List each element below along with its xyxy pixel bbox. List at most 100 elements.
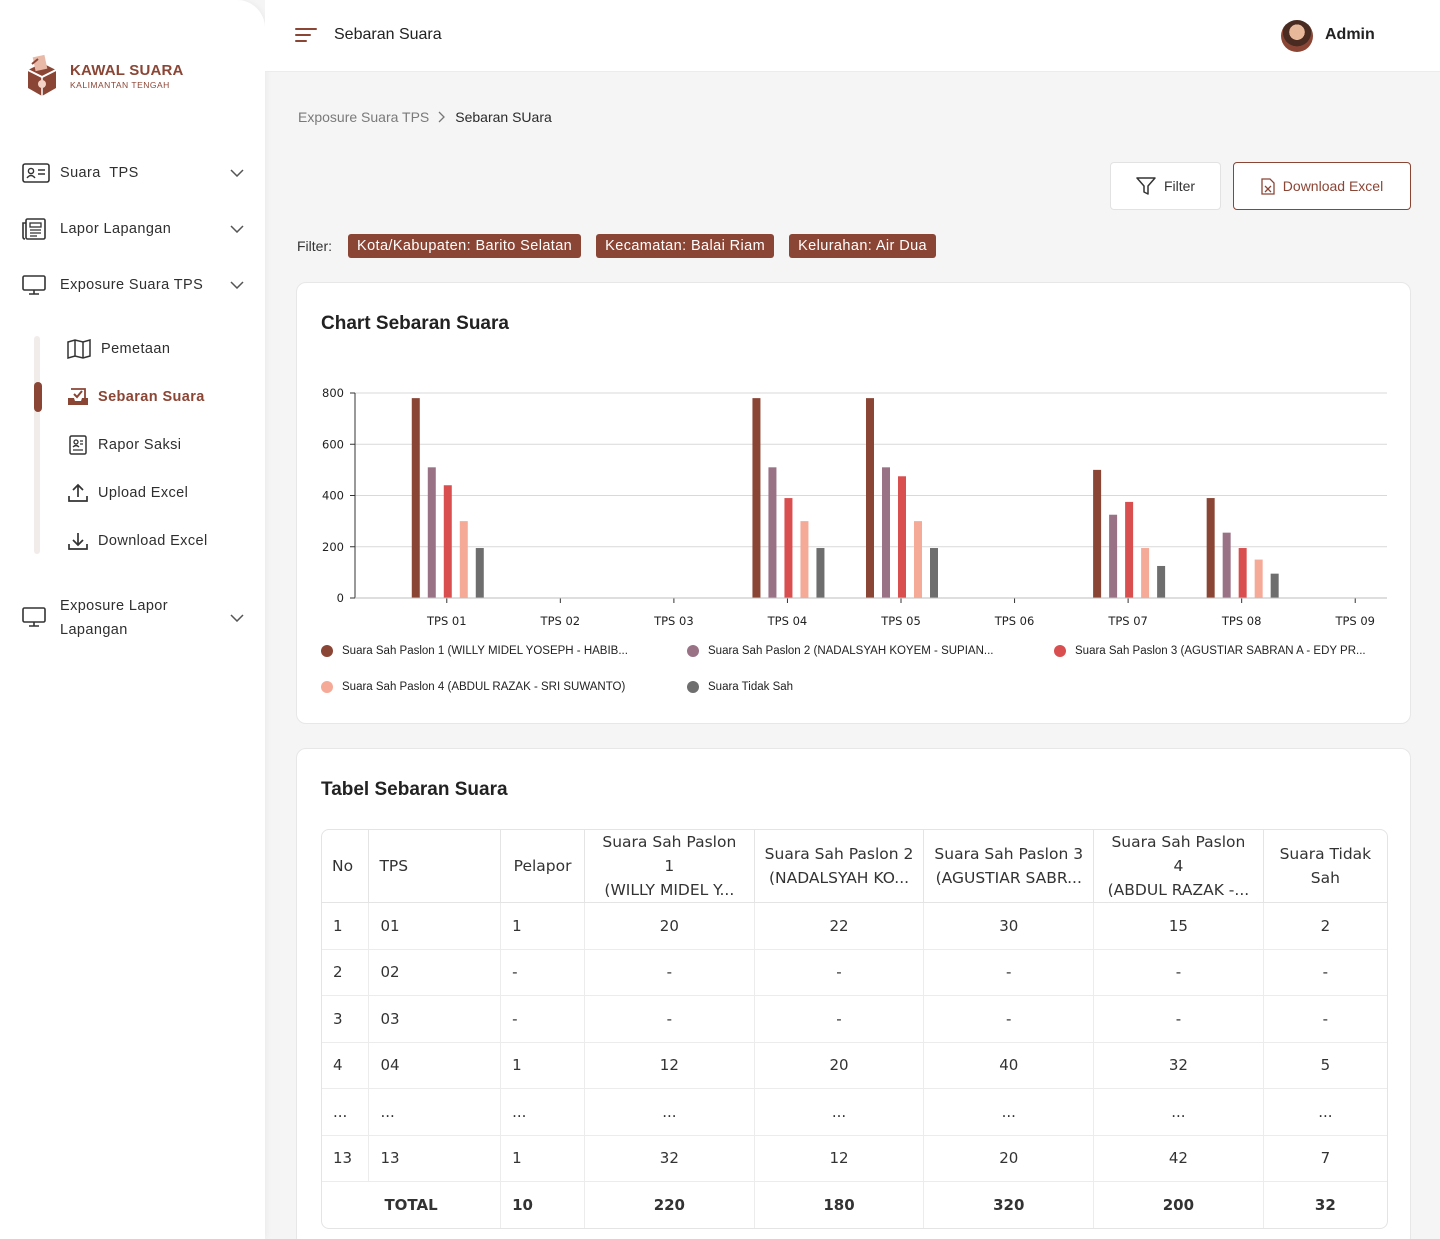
- sidebar-subitem-download-excel[interactable]: Download Excel: [66, 530, 208, 552]
- sidebar-item-label: Lapor Lapangan: [60, 221, 172, 237]
- x-tick-label: TPS 07: [1107, 614, 1148, 628]
- table-cell: 12: [754, 1135, 925, 1182]
- table-cell: -: [923, 949, 1095, 996]
- table-cell: 20: [754, 1042, 925, 1089]
- col-header-line: Suara Sah Paslon 4: [1111, 833, 1246, 875]
- x-tick-label: TPS 04: [767, 614, 808, 628]
- col-header-tidak-sah[interactable]: Suara Tidak Sah: [1263, 830, 1387, 903]
- legend-item[interactable]: Suara Sah Paslon 2 (NADALSYAH KOYEM - SU…: [687, 645, 993, 657]
- chart-bar: [443, 485, 452, 598]
- chevron-down-icon[interactable]: [230, 281, 244, 289]
- sidebar-subitem-label: Download Excel: [98, 533, 208, 549]
- table-cell: 13: [368, 1135, 502, 1182]
- excel-file-icon: [1261, 177, 1275, 195]
- table-cell: -: [1093, 949, 1264, 996]
- col-header-pelapor[interactable]: Pelapor: [500, 830, 586, 903]
- sidebar: KAWAL SUARA KALIMANTAN TENGAH Suara TPS …: [0, 0, 265, 1239]
- col-header-no[interactable]: No: [322, 830, 370, 903]
- table-cell: 40: [923, 1042, 1095, 1089]
- chart-bar: [1238, 548, 1247, 598]
- y-tick-label: 200: [322, 540, 344, 554]
- table-cell: 22: [754, 902, 925, 950]
- avatar[interactable]: [1281, 20, 1313, 52]
- breadcrumb-parent[interactable]: Exposure Suara TPS: [298, 109, 429, 125]
- col-header-paslon-1[interactable]: Suara Sah Paslon 1 (WILLY MIDEL Y...: [584, 830, 755, 903]
- table-cell: -: [584, 995, 755, 1043]
- monitor-icon: [22, 606, 46, 628]
- x-tick-label: TPS 06: [994, 614, 1035, 628]
- sidebar-subitem-upload-excel[interactable]: Upload Excel: [66, 482, 188, 504]
- legend-item[interactable]: Suara Tidak Sah: [687, 681, 793, 693]
- chart-bar: [898, 476, 906, 598]
- chevron-down-icon[interactable]: [230, 614, 244, 622]
- chart-bar: [866, 398, 874, 598]
- col-header-line: (NADALSYAH KO...: [768, 869, 910, 887]
- legend-item[interactable]: Suara Sah Paslon 3 (AGUSTIAR SABRAN A - …: [1054, 645, 1366, 657]
- app-logo[interactable]: KAWAL SUARA KALIMANTAN TENGAH: [22, 52, 184, 100]
- col-header-paslon-4[interactable]: Suara Sah Paslon 4 (ABDUL RAZAK -...: [1093, 830, 1264, 903]
- chart-bar: [1109, 514, 1118, 598]
- table-cell: 02: [368, 949, 502, 996]
- chevron-down-icon[interactable]: [230, 169, 244, 177]
- table-row[interactable]: 13 13 1 32 12 20 42 7: [322, 1135, 1387, 1182]
- sidebar-subitem-pemetaan[interactable]: Pemetaan: [66, 338, 170, 360]
- monitor-icon: [22, 274, 46, 296]
- x-tick-label: TPS 09: [1334, 614, 1375, 628]
- sidebar-item-exposure-suara-tps[interactable]: Exposure Suara TPS: [22, 274, 244, 296]
- table-cell: ...: [1263, 1088, 1387, 1136]
- table-card: Tabel Sebaran Suara No TPS Pelapor Suara…: [296, 748, 1411, 1239]
- table-row[interactable]: 1 01 1 20 22 30 15 2: [322, 902, 1387, 950]
- table-cell: -: [1263, 949, 1387, 996]
- sidebar-subitem-label: Upload Excel: [98, 485, 189, 501]
- col-header-line: Suara Sah Paslon 3: [934, 845, 1084, 863]
- filter-button-label: Filter: [1163, 178, 1196, 194]
- legend-item[interactable]: Suara Sah Paslon 1 (WILLY MIDEL YOSEPH -…: [321, 645, 628, 657]
- chart-bar: [1222, 532, 1231, 598]
- table-total-row: TOTAL 10 220 180 320 200 32: [322, 1181, 1387, 1228]
- sidebar-subitem-label: Sebaran Suara: [98, 389, 205, 405]
- active-filters: Filter: Kota/Kabupaten: Barito Selatan K…: [297, 234, 951, 258]
- table-row[interactable]: 2 02- - - - - -: [322, 949, 1387, 996]
- chart-bar: [459, 521, 468, 598]
- legend-item[interactable]: Suara Sah Paslon 4 (ABDUL RAZAK - SRI SU…: [321, 681, 625, 693]
- user-name[interactable]: Admin: [1325, 26, 1375, 44]
- filter-chip-kecamatan[interactable]: Kecamatan: Balai Riam: [596, 234, 775, 258]
- filter-chip-kabupaten[interactable]: Kota/Kabupaten: Barito Selatan: [348, 234, 582, 258]
- filter-chip-kelurahan[interactable]: Kelurahan: Air Dua: [789, 234, 936, 258]
- col-header-line: (ABDUL RAZAK -...: [1107, 881, 1250, 899]
- sidebar-item-suara-tps[interactable]: Suara TPS: [22, 162, 244, 184]
- table-row[interactable]: ........................: [322, 1088, 1387, 1136]
- sidebar-item-exposure-lapor-lapangan[interactable]: Exposure Lapor Lapangan: [22, 594, 244, 642]
- menu-icon[interactable]: [295, 26, 317, 44]
- table-cell: -: [923, 995, 1095, 1043]
- table-cell: 2: [1263, 902, 1387, 950]
- total-cell: 220: [584, 1181, 755, 1228]
- filter-button[interactable]: Filter: [1110, 162, 1221, 210]
- table-cell: 01: [368, 902, 502, 950]
- table-cell: 20: [584, 902, 755, 950]
- chevron-down-icon[interactable]: [230, 225, 244, 233]
- legend-swatch: [1054, 645, 1066, 657]
- table-cell: 32: [584, 1135, 755, 1182]
- table-row[interactable]: 3 03- - - - - -: [322, 995, 1387, 1043]
- table-row[interactable]: 4 04 1 12 20 40 32 5: [322, 1042, 1387, 1089]
- sidebar-item-lapor-lapangan[interactable]: Lapor Lapangan: [22, 218, 244, 240]
- col-header-paslon-3[interactable]: Suara Sah Paslon 3 (AGUSTIAR SABR...: [923, 830, 1095, 903]
- chart-card: Chart Sebaran Suara 0 200 400 600 800 TPS 01 T…: [296, 282, 1411, 724]
- chart-bar: [475, 548, 484, 598]
- table-cell: -: [584, 949, 755, 996]
- x-tick-label: TPS 02: [540, 614, 581, 628]
- col-header-line: Suara Sah Paslon 1: [602, 833, 737, 875]
- sidebar-subitem-sebaran-suara[interactable]: Sebaran Suara: [66, 386, 205, 408]
- sidebar-subitem-rapor-saksi[interactable]: Rapor Saksi: [66, 434, 181, 456]
- total-cell: 10: [500, 1181, 586, 1228]
- chart-bar: [784, 498, 793, 598]
- download-excel-button[interactable]: Download Excel: [1233, 162, 1411, 210]
- x-tick-label: TPS 03: [653, 614, 694, 628]
- legend-swatch: [687, 645, 699, 657]
- filter-label: Filter:: [297, 238, 332, 254]
- table-cell: 1: [500, 902, 586, 950]
- sidebar-item-label: Suara TPS: [60, 165, 139, 181]
- col-header-tps[interactable]: TPS: [368, 830, 502, 903]
- col-header-paslon-2[interactable]: Suara Sah Paslon 2 (NADALSYAH KO...: [754, 830, 925, 903]
